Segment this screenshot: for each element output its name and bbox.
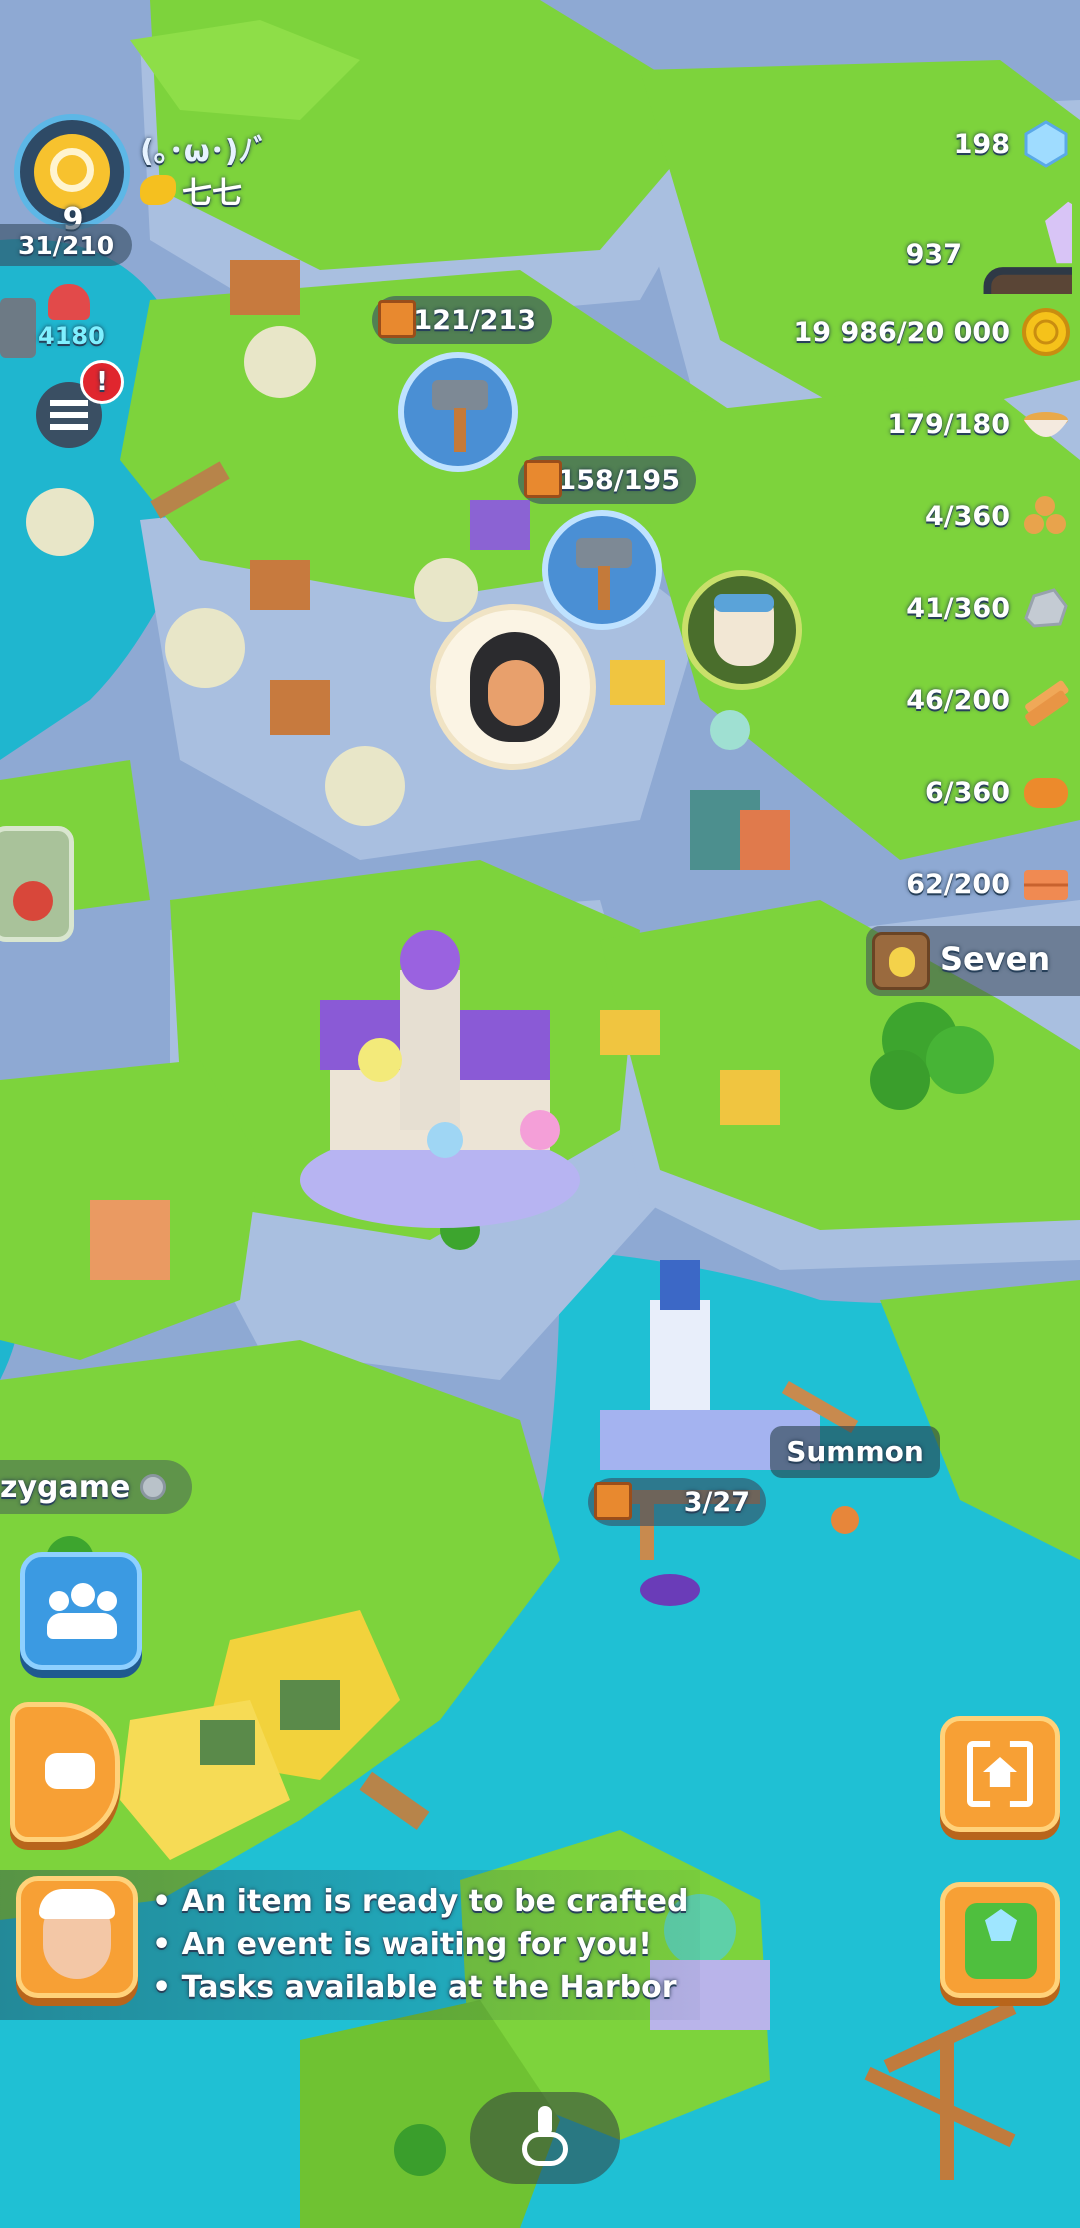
crate-counter-2[interactable]: 158/195: [518, 456, 696, 504]
crate-icon: [524, 460, 562, 498]
xp-pill: 31/210: [0, 224, 132, 266]
gem-stand-icon: [965, 1903, 1037, 1979]
resource-value: 6/360: [924, 776, 1010, 808]
neighbor-seven[interactable]: Seven: [866, 926, 1080, 996]
resource-value: 198: [953, 128, 1010, 160]
banana-icon: [140, 175, 176, 205]
joystick-icon: [522, 2106, 568, 2166]
resource-value: 937: [905, 238, 962, 270]
resource-brick[interactable]: 62/200: [906, 858, 1072, 910]
crate-count: 121/213: [413, 304, 536, 336]
friends-icon: [47, 1583, 117, 1641]
resource-value: 19 986/20 000: [793, 316, 1010, 348]
summon-text: Summon: [786, 1435, 924, 1468]
neighbor-name: zygame: [0, 1470, 131, 1505]
tip-item: An event is waiting for you!: [152, 1923, 688, 1966]
plank-icon: [1025, 680, 1069, 726]
resource-value: 46/200: [906, 684, 1010, 716]
status-dot-icon: [140, 1474, 166, 1500]
chef-face: [39, 1889, 115, 1979]
boat: [640, 1574, 700, 1606]
glove-bubble[interactable]: [682, 570, 802, 690]
diamond-icon: [1024, 120, 1068, 168]
gold-coin-icon: [1022, 308, 1070, 356]
clay-icon: [1024, 778, 1068, 808]
guild-name: 七七: [182, 176, 242, 211]
tips-panel[interactable]: An item is ready to be crafted An event …: [0, 1870, 700, 2020]
resource-stone[interactable]: 41/360: [906, 582, 1072, 634]
resource-value: 179/180: [887, 408, 1010, 440]
joystick-button[interactable]: [470, 2092, 620, 2184]
crate-count: 158/195: [557, 464, 680, 496]
character-face: [470, 632, 560, 742]
player-panel[interactable]: 9: [14, 114, 134, 237]
crate-count: 3/27: [683, 1486, 750, 1518]
home-view-button[interactable]: [940, 1716, 1060, 1832]
soup-bowl-icon: [1024, 412, 1068, 437]
shop-button[interactable]: [940, 1882, 1060, 1998]
resource-value: 62/200: [906, 868, 1010, 900]
player-name: (｡･ω･)ﾉﾞ: [140, 134, 269, 169]
stone-icon: [1024, 588, 1068, 628]
log-pile-icon: [1024, 496, 1066, 534]
hammer-icon: [432, 380, 488, 410]
resource-value: 41/360: [906, 592, 1010, 624]
summon-buoy: [831, 1506, 859, 1534]
resource-crystal[interactable]: 937: [905, 201, 1072, 294]
crystal-minecart-icon: [983, 201, 1072, 294]
crate-counter-3[interactable]: 3/27: [588, 1478, 766, 1526]
guild-row: 七七: [140, 168, 242, 212]
side-card-button[interactable]: [0, 826, 74, 942]
resource-gold[interactable]: 19 986/20 000: [793, 306, 1072, 358]
energy-widget[interactable]: 4180: [0, 272, 120, 372]
build-hammer-bubble-2[interactable]: [542, 510, 662, 630]
hammer-icon: [0, 298, 36, 358]
certificate-icon: [13, 881, 53, 921]
resource-wood[interactable]: 4/360: [925, 490, 1072, 542]
tip-item: Tasks available at the Harbor: [152, 1966, 688, 2009]
crate-counter-1[interactable]: 121/213: [372, 296, 552, 344]
energy-value: 4180: [38, 322, 105, 350]
neighbor-zygame[interactable]: zygame: [0, 1460, 192, 1514]
resource-plank[interactable]: 46/200: [906, 674, 1072, 726]
menu-icon: [50, 400, 88, 430]
menu-button[interactable]: !: [36, 360, 124, 448]
summon-label[interactable]: Summon: [770, 1426, 940, 1478]
hammer-icon: [576, 538, 632, 568]
chicken-avatar: [872, 932, 930, 990]
crate-icon: [378, 300, 416, 338]
neighbor-name: Seven: [940, 940, 1051, 978]
build-hammer-bubble-1[interactable]: [398, 352, 518, 472]
crate-icon: [594, 1482, 632, 1520]
chat-button[interactable]: [10, 1702, 120, 1842]
pretzel-icon: [50, 148, 94, 192]
tip-item: An item is ready to be crafted: [152, 1880, 689, 1923]
heart-icon: [48, 284, 90, 320]
player-xp: 31/210: [18, 231, 115, 260]
brick-icon: [1024, 870, 1068, 900]
tips-list: An item is ready to be crafted An event …: [152, 1880, 689, 2009]
resource-diamond[interactable]: 198: [954, 118, 1072, 170]
resource-clay[interactable]: 6/360: [925, 766, 1072, 818]
chef-avatar-button[interactable]: [16, 1876, 138, 1998]
character-quest-bubble[interactable]: [430, 604, 596, 770]
friends-button[interactable]: [20, 1552, 142, 1670]
resource-value: 4/360: [924, 500, 1010, 532]
resource-food[interactable]: 179/180: [887, 398, 1072, 450]
alert-badge: !: [80, 360, 124, 404]
chat-bubble-icon: [45, 1753, 95, 1789]
